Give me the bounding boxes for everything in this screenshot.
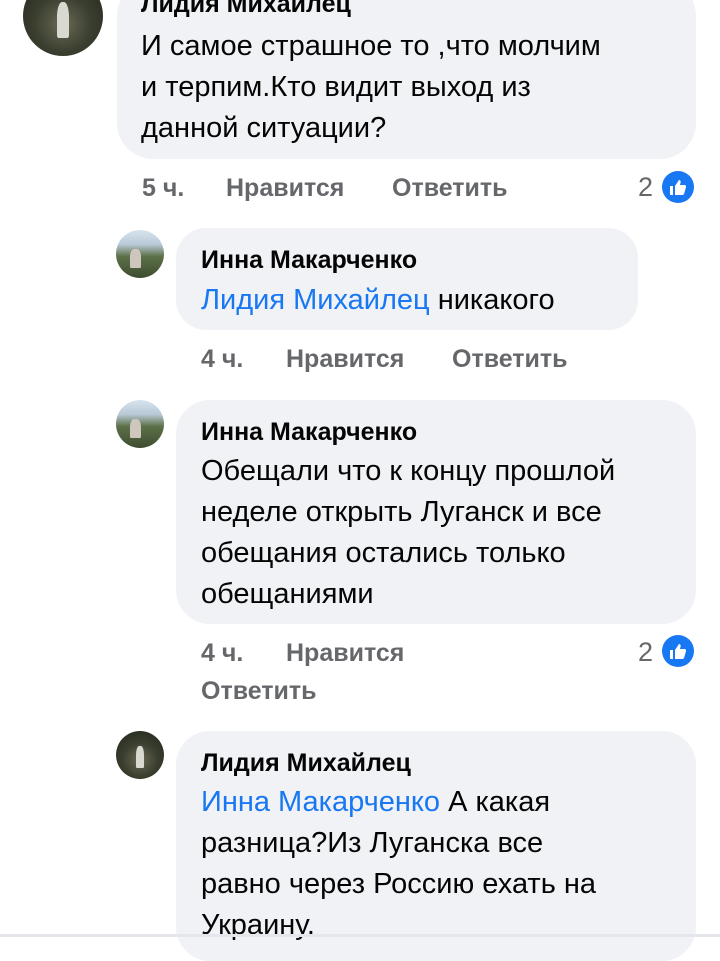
reply-button[interactable]: Ответить xyxy=(201,676,317,706)
comment-text-line: неделе открыть Луганск и все xyxy=(201,496,602,528)
avatar[interactable] xyxy=(116,230,164,278)
comment-text-line: обещания остались только xyxy=(201,537,566,569)
like-button[interactable]: Нравится xyxy=(226,173,344,203)
comment-text-line: Украину. xyxy=(201,909,315,941)
comment-text: Лидия Михайлец никакого xyxy=(201,280,555,321)
mention-link[interactable]: Лидия Михайлец xyxy=(201,284,430,316)
like-button[interactable]: Нравится xyxy=(286,638,404,668)
comment-text-body: А какая xyxy=(440,786,551,818)
comment-text-line: обещаниями xyxy=(201,578,374,610)
comment-author[interactable]: Лидия Михайлец xyxy=(201,748,411,778)
comment-author[interactable]: Инна Макарченко xyxy=(201,417,417,447)
mention-link[interactable]: Инна Макарченко xyxy=(201,786,440,818)
comment-text-line: разница?Из Луганска все xyxy=(201,827,544,859)
reaction-count[interactable]: 2 xyxy=(638,637,653,667)
avatar[interactable] xyxy=(23,0,103,56)
thumbs-up-icon[interactable] xyxy=(662,635,694,667)
comment-text: Инна Макарченко А какая xyxy=(201,782,550,823)
avatar[interactable] xyxy=(116,731,164,779)
comment-author[interactable]: Инна Макарченко xyxy=(201,245,417,275)
avatar[interactable] xyxy=(116,400,164,448)
comment-text-line: И самое страшное то ,что молчим xyxy=(141,30,601,62)
comment-time[interactable]: 5 ч. xyxy=(142,173,184,203)
comment-author[interactable]: Лидия Михайлец xyxy=(141,0,351,19)
thumbs-up-icon[interactable] xyxy=(662,171,694,203)
comment-time[interactable]: 4 ч. xyxy=(201,344,243,374)
reply-button[interactable]: Ответить xyxy=(452,344,568,374)
reaction-count[interactable]: 2 xyxy=(638,172,653,202)
like-button[interactable]: Нравится xyxy=(286,344,404,374)
comment-text-line: и терпим.Кто видит выход из xyxy=(141,71,531,103)
comment-time[interactable]: 4 ч. xyxy=(201,638,243,668)
comment-text-line: равно через Россию ехать на xyxy=(201,868,597,900)
reply-button[interactable]: Ответить xyxy=(392,173,508,203)
comment-text-line: Обещали что к концу прошлой xyxy=(201,455,616,487)
comment-text-body: никакого xyxy=(429,284,555,316)
comment-text-line: данной ситуации? xyxy=(141,112,387,144)
